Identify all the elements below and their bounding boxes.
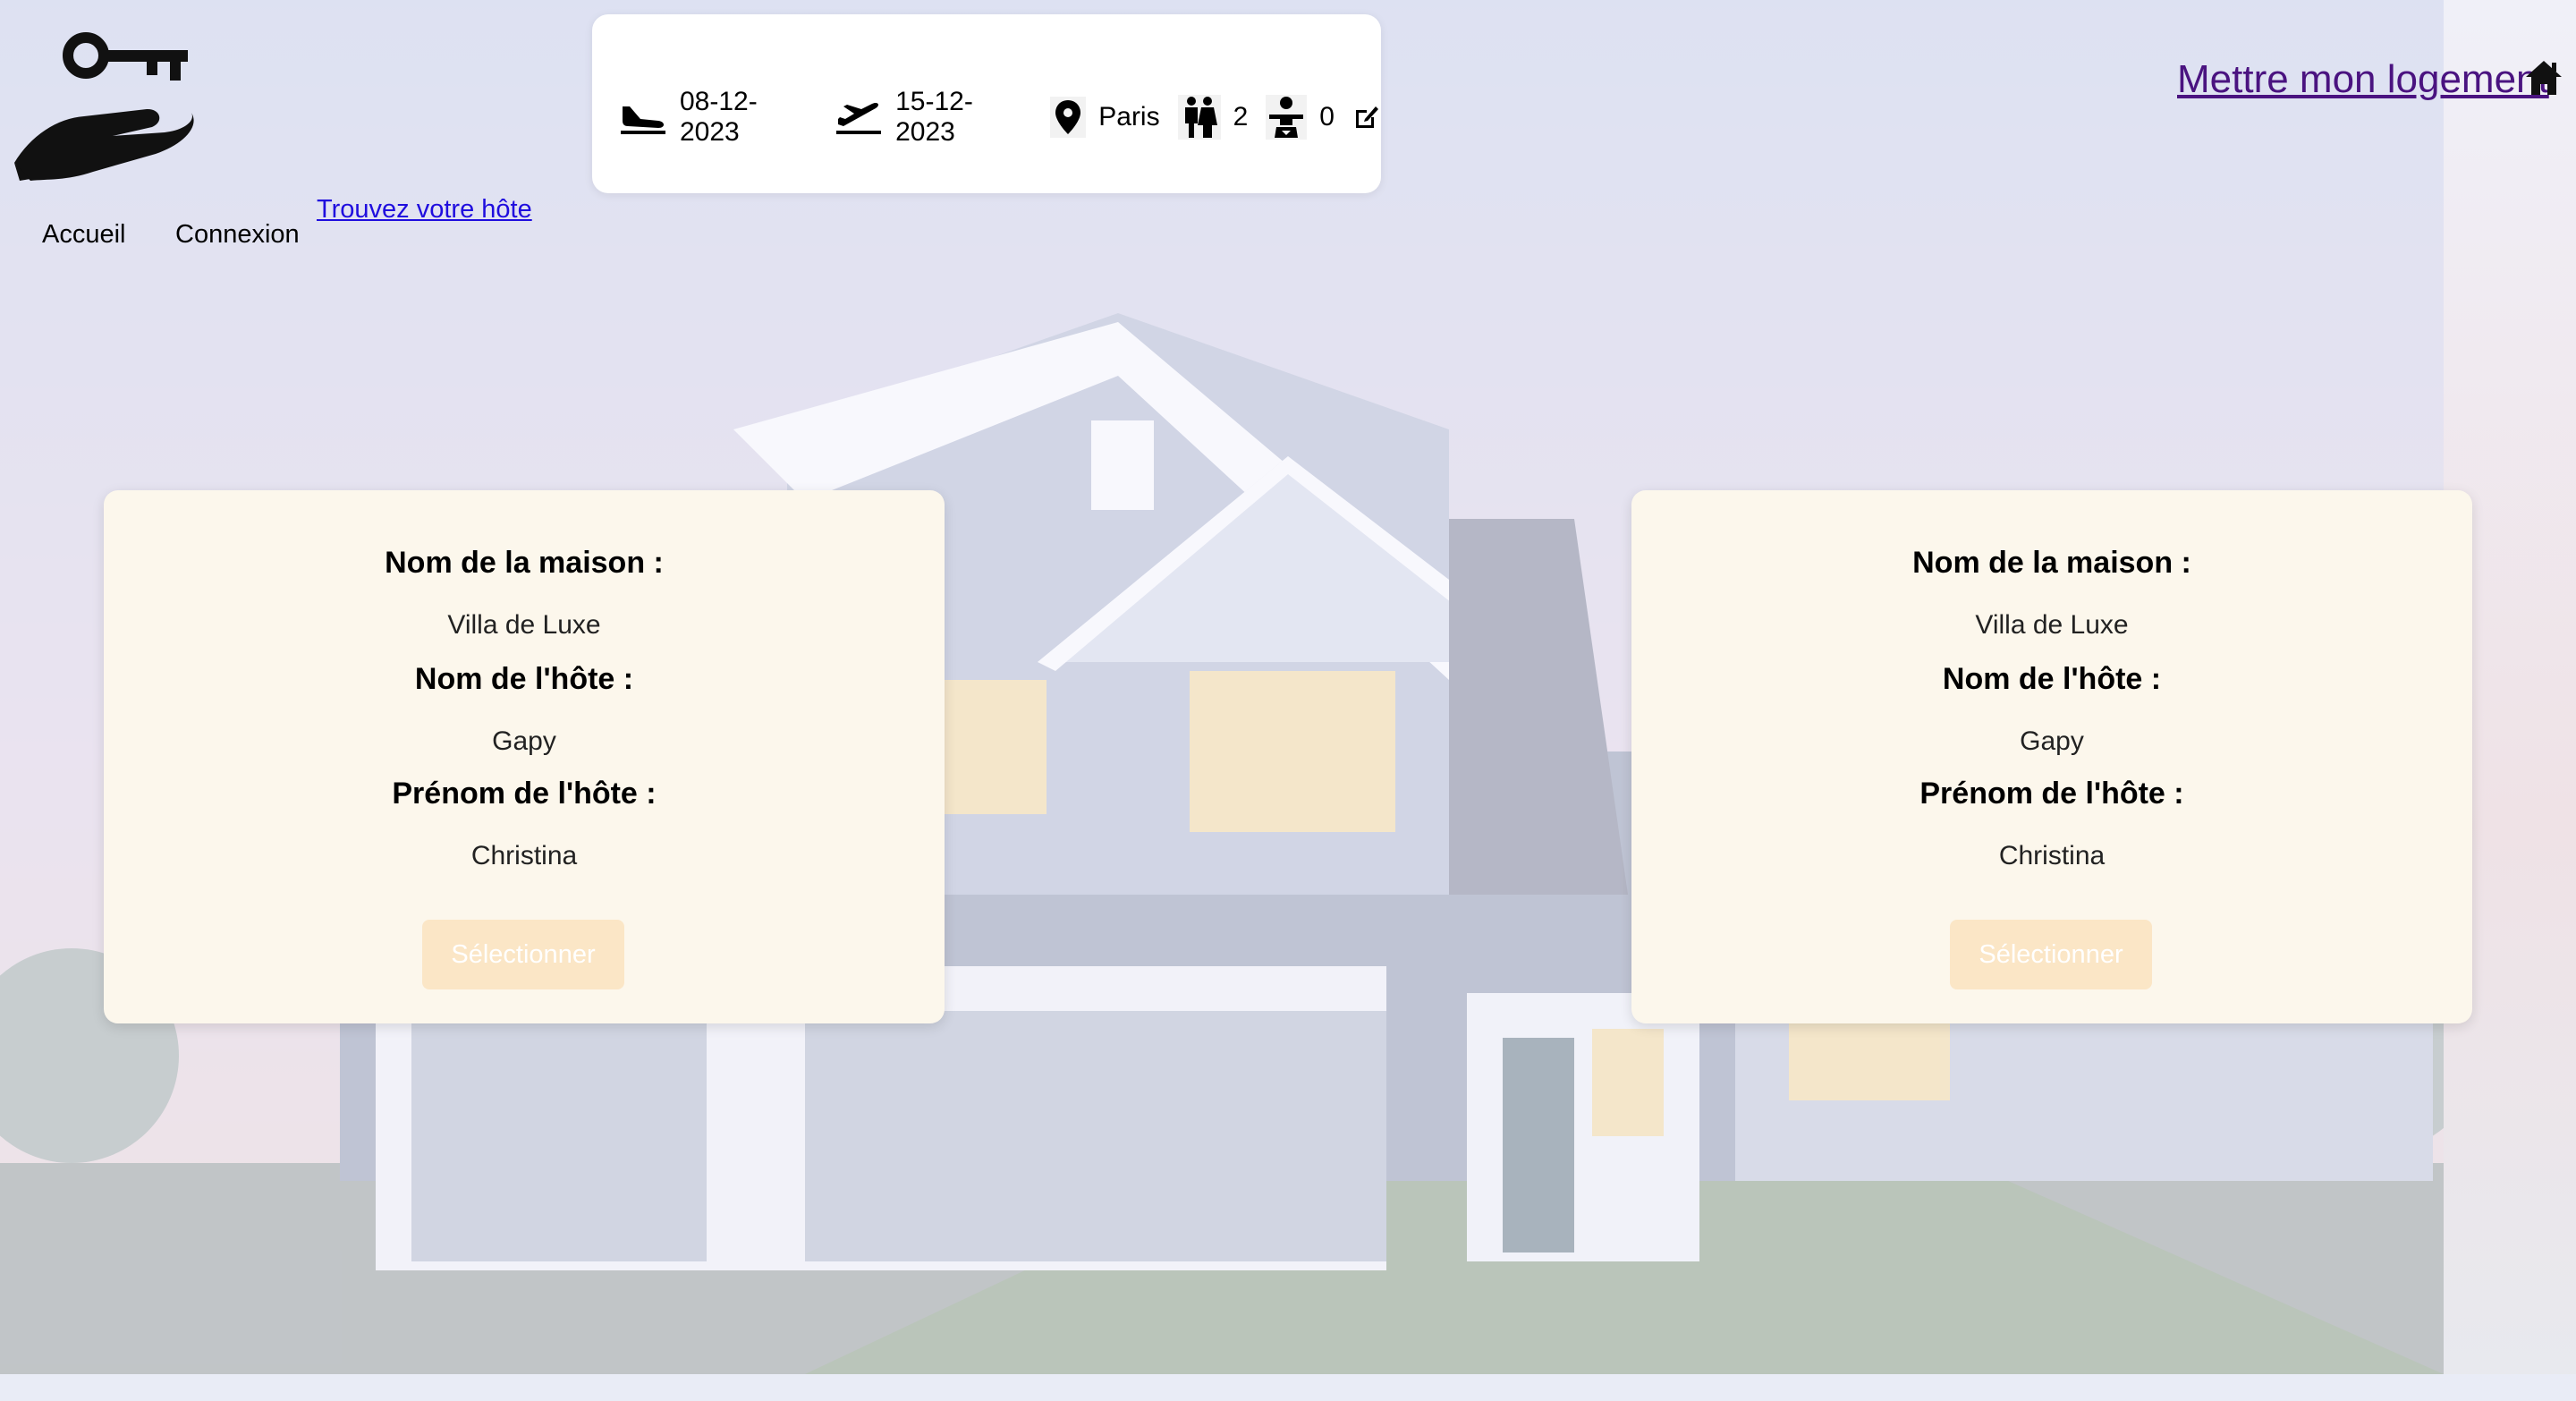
location-text: Paris — [1098, 102, 1160, 132]
arrival-date: 08-12-2023 — [680, 87, 758, 147]
adults-icon — [1177, 95, 1221, 140]
edit-icon[interactable] — [1352, 103, 1381, 132]
select-button[interactable]: Sélectionner — [422, 920, 624, 989]
host-firstname-value: Christina — [1998, 841, 2106, 870]
baby-icon — [1266, 95, 1308, 140]
page-bottom-strip — [0, 1374, 2576, 1401]
host-firstname-value: Christina — [470, 841, 578, 870]
nav-connexion[interactable]: Connexion — [175, 220, 300, 250]
host-firstname-label: Prénom de l'hôte : — [392, 777, 657, 811]
departure-date: 15-12-2023 — [895, 87, 973, 147]
plane-landing-icon — [619, 99, 667, 135]
home-icon[interactable] — [2524, 59, 2563, 97]
search-summary-bar: 08-12-2023 15-12-2023 Paris 2 0 — [592, 14, 1381, 193]
find-host-link[interactable]: Trouvez votre hôte — [317, 195, 532, 225]
plane-takeoff-icon — [835, 99, 883, 135]
host-name-value: Gapy — [492, 726, 556, 756]
list-my-home-link[interactable]: Mettre mon logement — [2177, 57, 2549, 102]
nav-accueil[interactable]: Accueil — [42, 220, 126, 250]
children-count: 0 — [1319, 102, 1335, 132]
house-card: Nom de la maison : Villa de Luxe Nom de … — [1631, 490, 2472, 1023]
house-card: Nom de la maison : Villa de Luxe Nom de … — [104, 490, 945, 1023]
house-name-value: Villa de Luxe — [1975, 610, 2129, 640]
house-name-value: Villa de Luxe — [447, 610, 601, 640]
host-name-value: Gapy — [2020, 726, 2084, 756]
house-name-label: Nom de la maison : — [1912, 546, 2191, 580]
house-name-label: Nom de la maison : — [385, 546, 664, 580]
key-on-hand-icon[interactable] — [13, 29, 197, 181]
adults-count: 2 — [1233, 102, 1249, 132]
select-button[interactable]: Sélectionner — [1950, 920, 2152, 989]
host-firstname-label: Prénom de l'hôte : — [1919, 777, 2184, 811]
host-name-label: Nom de l'hôte : — [1942, 662, 2162, 696]
map-pin-icon — [1050, 97, 1087, 138]
host-name-label: Nom de l'hôte : — [414, 662, 634, 696]
